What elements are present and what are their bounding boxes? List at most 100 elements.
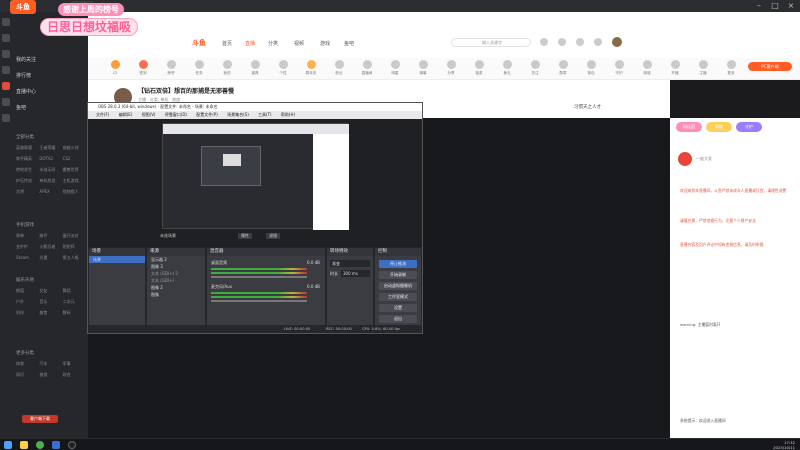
category-link[interactable]: 第五人格 (63, 255, 86, 261)
category-link[interactable]: 阴阳师 (63, 244, 86, 250)
tool-item[interactable]: 签到 (128, 60, 158, 76)
duration-input[interactable]: 300 ms (341, 270, 370, 277)
follow-icon[interactable] (558, 38, 566, 46)
category-link[interactable]: 金铲铲 (16, 244, 39, 250)
message-icon[interactable] (594, 38, 602, 46)
settings-icon[interactable] (2, 114, 10, 122)
volume-slider[interactable] (211, 300, 307, 302)
tool-item[interactable]: 明星 (380, 60, 410, 76)
app-icon[interactable] (2, 82, 10, 90)
properties-tab[interactable]: 属性 (238, 233, 252, 239)
obs-icon[interactable] (68, 441, 76, 449)
nav-item-center[interactable]: 直播中心 (16, 88, 36, 95)
nav-link-video[interactable]: 视频 (294, 40, 304, 47)
client-download-button[interactable]: 客户端下载 (22, 415, 58, 423)
category-link[interactable]: 绝地求生 (16, 167, 39, 173)
tool-item[interactable]: 开播 (660, 60, 690, 76)
nav-link-category[interactable]: 分类 (268, 40, 278, 47)
category-link[interactable]: 科技 (16, 310, 39, 316)
menu-item[interactable]: 编辑(E) (119, 112, 133, 117)
tool-item[interactable]: 周年庆 (296, 60, 326, 76)
virtual-camera-button[interactable]: 启动虚拟摄像机 (379, 282, 417, 290)
tool-item[interactable]: 背包 (576, 60, 606, 76)
category-link[interactable]: 穿越火线 (63, 145, 86, 151)
category-link[interactable]: 火影忍者 (39, 244, 62, 250)
menu-item[interactable]: 场景集合(S) (227, 112, 249, 117)
category-link[interactable]: 综合 (63, 372, 86, 378)
category-link[interactable]: 文明 (16, 189, 39, 195)
category-link[interactable]: CS2 (63, 156, 86, 162)
pc-client-badge[interactable]: PC客户端 (748, 62, 792, 71)
category-link[interactable]: 和平精英 (16, 156, 39, 162)
tool-item[interactable]: 个性 (268, 60, 298, 76)
category-link[interactable]: 崩坏 (39, 233, 62, 239)
weibo-icon[interactable] (2, 98, 10, 106)
category-link[interactable]: 体育 (16, 361, 39, 367)
menu-item[interactable]: 工具(T) (258, 112, 272, 117)
weibo-icon[interactable] (678, 152, 692, 166)
download-icon[interactable] (576, 38, 584, 46)
history-icon[interactable] (2, 50, 10, 58)
category-link[interactable]: 旅游 (39, 372, 62, 378)
category-link[interactable]: 炉石传说 (16, 178, 39, 184)
category-link[interactable]: 数码 (63, 310, 86, 316)
exit-button[interactable]: 退出 (379, 315, 417, 323)
source-item[interactable]: 显示器 2 (147, 256, 205, 263)
tool-item[interactable]: 粉丝 (324, 60, 354, 76)
tool-item[interactable]: 商城 (632, 60, 662, 76)
category-link[interactable]: 永劫无间 (39, 167, 62, 173)
studio-mode-button[interactable]: 工作室模式 (379, 293, 417, 301)
category-link[interactable]: 音乐 (39, 299, 62, 305)
filters-tab[interactable]: 滤镜 (266, 233, 280, 239)
chrome-icon[interactable] (36, 441, 44, 449)
nav-item-rank[interactable]: 排行榜 (16, 72, 31, 79)
menu-item[interactable]: 帮助(H) (281, 112, 295, 117)
tool-item[interactable]: 直播间 (352, 60, 382, 76)
category-link[interactable]: 汽车 (39, 361, 62, 367)
category-link[interactable]: 颜值 (16, 288, 39, 294)
nav-item-follow[interactable]: 我的关注 (16, 56, 36, 63)
settings-button[interactable]: 设置 (379, 304, 417, 312)
category-link[interactable]: 英雄联盟 (16, 145, 39, 151)
tool-item[interactable]: 主播 (688, 60, 718, 76)
category-link[interactable]: 蛋仔派对 (63, 233, 86, 239)
transition-select[interactable]: 渐变 (330, 260, 370, 267)
obs-preview[interactable]: 未选场景 属性 滤镜 (88, 119, 422, 247)
nav-link-game[interactable]: 游戏 (320, 40, 330, 47)
nav-link-home[interactable]: 首页 (222, 40, 232, 47)
category-link[interactable]: 交友 (39, 288, 62, 294)
site-logo[interactable]: 斗鱼 (10, 0, 36, 14)
source-item[interactable]: 图像 2 (147, 284, 205, 291)
category-link[interactable]: 光遇 (39, 255, 62, 261)
explorer-icon[interactable] (20, 441, 28, 449)
tool-item[interactable]: 鱼丸 (492, 60, 522, 76)
category-link[interactable]: 原神 (16, 233, 39, 239)
minimize-icon[interactable]: – (752, 0, 766, 12)
category-link[interactable]: 主机游戏 (63, 178, 86, 184)
noble-badge[interactable]: 贵族 (706, 122, 732, 132)
category-link[interactable]: 王者荣耀 (39, 145, 62, 151)
category-link[interactable]: DOTA2 (39, 156, 62, 162)
category-link[interactable]: 户外 (16, 299, 39, 305)
tool-item[interactable]: 抽奖 (464, 60, 494, 76)
nav-link-live[interactable]: 直播 (245, 40, 255, 47)
tool-item[interactable]: 守护 (604, 60, 634, 76)
start-recording-button[interactable]: 开始录制 (379, 271, 417, 279)
category-link[interactable]: APEX (39, 189, 62, 195)
home-icon[interactable] (2, 18, 10, 26)
scene-item[interactable]: 场景 (89, 256, 145, 263)
avatar[interactable] (612, 37, 622, 47)
category-link[interactable]: 怪物猎人 (63, 189, 86, 195)
source-item[interactable]: 图像 3 (147, 263, 205, 270)
tool-item[interactable]: 任务 (184, 60, 214, 76)
source-item[interactable]: 图像 (147, 291, 205, 298)
menu-item[interactable]: 停靠窗口(D) (165, 112, 187, 117)
volume-slider[interactable] (211, 276, 307, 278)
download-icon[interactable] (2, 66, 10, 74)
taskbar-clock[interactable]: 17:32 2023/10/11 (773, 440, 795, 450)
tool-item[interactable]: 分享 (436, 60, 466, 76)
stop-streaming-button[interactable]: 停止推流 (379, 260, 417, 268)
category-link[interactable]: 军事 (63, 361, 86, 367)
source-item[interactable]: 文本 (GDI+) 2 (147, 270, 205, 277)
close-icon[interactable]: × (784, 0, 798, 12)
